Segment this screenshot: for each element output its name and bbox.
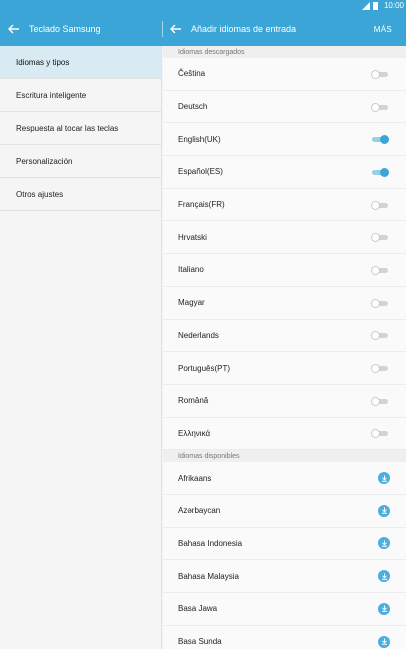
left-header-title: Teclado Samsung [29,24,101,34]
menu-item-label: Respuesta al tocar las teclas [16,123,119,133]
menu-item-label: Escritura inteligente [16,90,87,100]
language-label: Magyar [178,298,205,308]
language-row[interactable]: Italiano [163,254,406,287]
language-toggle[interactable] [370,265,390,275]
language-label: Bahasa Malaysia [178,571,239,581]
menu-item-respuesta-teclas[interactable]: Respuesta al tocar las teclas [0,112,161,145]
available-language-row[interactable]: Afrikaans [163,462,406,495]
language-toggle[interactable] [370,134,390,145]
language-label: Azərbaycan [178,506,221,516]
download-icon[interactable] [378,472,390,485]
language-toggle[interactable] [370,396,390,406]
menu-item-label: Personalización [16,156,73,166]
language-label: Nederlands [178,330,219,340]
language-row[interactable]: Português(PT) [163,352,406,385]
language-label: Basa Sunda [178,637,222,647]
language-toggle[interactable] [370,102,390,112]
download-icon[interactable] [378,602,390,615]
language-label: Română [178,396,209,406]
section-header-downloaded: Idiomas descargados [163,46,406,58]
left-header: Teclado Samsung [8,12,101,46]
languages-list: Idiomas descargados Čeština Deutsch Engl… [163,46,406,649]
language-label: Español(ES) [178,167,223,177]
language-row[interactable]: Ελληνικά [163,418,406,451]
menu-item-otros-ajustes[interactable]: Otros ajustes [0,178,161,211]
menu-item-idiomas-y-tipos[interactable]: Idiomas y tipos [0,46,161,79]
language-row[interactable]: Čeština [163,58,406,91]
download-icon[interactable] [378,537,390,550]
language-toggle[interactable] [370,298,390,308]
available-language-row[interactable]: Bahasa Indonesia [163,528,406,561]
right-header-title: Añadir idiomas de entrada [191,24,297,34]
more-button[interactable]: MÁS [374,12,392,46]
language-label: Bahasa Indonesia [178,538,243,548]
language-row[interactable]: Română [163,385,406,418]
download-icon[interactable] [378,504,390,517]
language-label: Čeština [178,69,206,79]
back-arrow-icon[interactable] [170,24,182,34]
battery-icon [373,2,378,10]
menu-item-escritura-inteligente[interactable]: Escritura inteligente [0,79,161,112]
language-row[interactable]: Hrvatski [163,221,406,255]
language-row[interactable]: Nederlands [163,320,406,353]
language-label: Deutsch [178,102,208,112]
language-toggle[interactable] [370,363,390,374]
menu-item-label: Idiomas y tipos [16,57,70,67]
available-language-row[interactable]: Azərbaycan [163,495,406,528]
right-header: Añadir idiomas de entrada [170,12,296,46]
language-row[interactable]: Español(ES) [163,156,406,189]
clock: 10:00 [383,1,404,10]
header-divider [162,21,163,37]
menu-item-label: Otros ajustes [16,189,64,199]
language-row[interactable]: English(UK) [163,123,406,157]
language-label: Português(PT) [178,363,231,373]
menu-item-personalizacion[interactable]: Personalización [0,145,161,178]
available-language-row[interactable]: Basa Sunda [163,626,406,649]
language-toggle[interactable] [370,69,390,79]
download-icon[interactable] [378,570,390,583]
language-toggle[interactable] [370,200,390,210]
status-bar: 10:00 [0,0,406,12]
app-bar: Teclado Samsung Añadir idiomas de entrad… [0,12,406,46]
language-toggle[interactable] [370,428,390,439]
language-row[interactable]: Magyar [163,287,406,320]
language-toggle[interactable] [370,167,390,177]
language-label: Basa Jawa [178,604,218,614]
available-language-row[interactable]: Bahasa Malaysia [163,560,406,593]
available-language-row[interactable]: Basa Jawa [163,593,406,626]
language-label: Ελληνικά [178,428,211,438]
language-row[interactable]: Deutsch [163,91,406,124]
language-toggle[interactable] [370,232,390,243]
language-row[interactable]: Français(FR) [163,189,406,222]
language-label: Français(FR) [178,200,225,210]
language-label: Afrikaans [178,473,212,483]
language-toggle[interactable] [370,330,390,341]
settings-menu: Idiomas y tipos Escritura inteligente Re… [0,46,162,649]
language-label: Hrvatski [178,232,207,242]
language-label: Italiano [178,265,204,275]
download-icon[interactable] [378,635,390,648]
section-header-available: Idiomas disponibles [163,450,406,463]
back-arrow-icon[interactable] [8,24,20,34]
signal-icon [362,2,370,10]
language-label: English(UK) [178,134,221,144]
